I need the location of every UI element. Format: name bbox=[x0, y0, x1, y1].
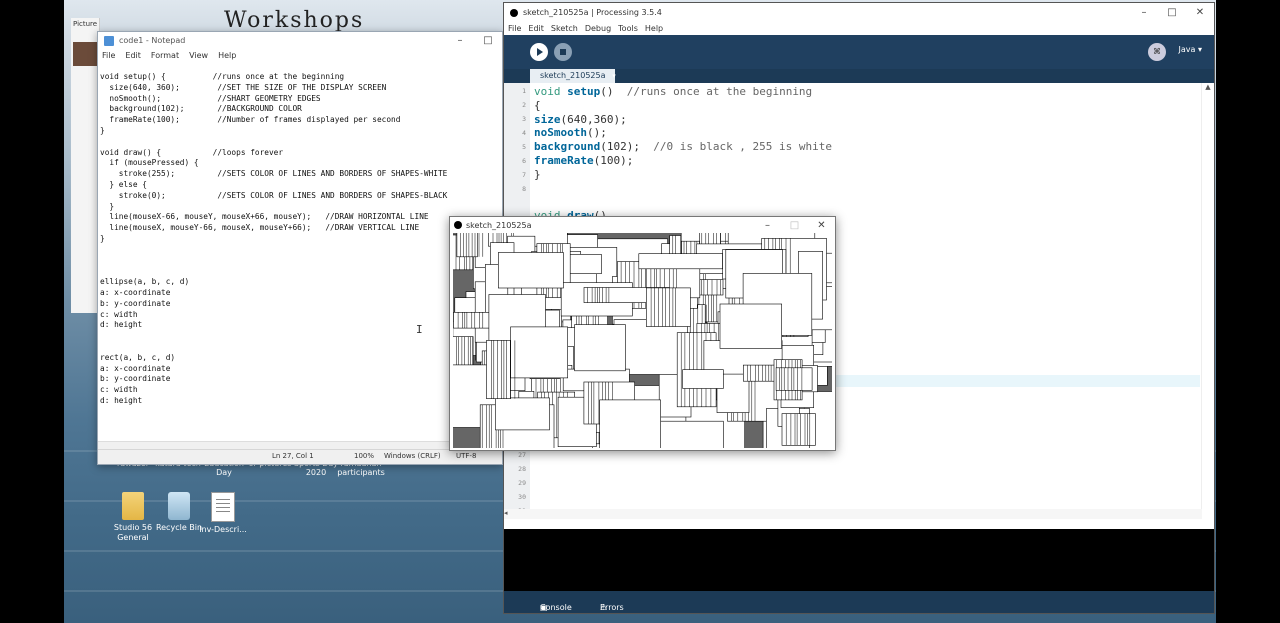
line-number: 3 bbox=[522, 115, 526, 123]
workshops-banner: Workshops bbox=[224, 8, 365, 33]
sketch-code: void setup() //runs once at the beginnin… bbox=[534, 85, 832, 223]
folder-icon bbox=[122, 492, 144, 520]
minimize-icon[interactable]: – bbox=[446, 35, 474, 46]
line-ending: Windows (CRLF) bbox=[384, 452, 441, 460]
tab-menu-arrow[interactable]: ▾ bbox=[608, 69, 620, 83]
notepad-text-area[interactable]: void setup() { //runs once at the beginn… bbox=[100, 72, 500, 442]
code-line-4: noSmooth(); bbox=[534, 126, 607, 140]
processing-title: sketch_210525a | Processing 3.5.4 bbox=[523, 8, 662, 17]
maximize-icon[interactable]: □ bbox=[781, 220, 808, 231]
code-line-6: frameRate(100); bbox=[534, 153, 634, 167]
sketch-titlebar[interactable]: sketch_210525a – □ ✕ bbox=[450, 217, 835, 233]
line-number: 30 bbox=[518, 493, 526, 501]
menu-edit[interactable]: Edit bbox=[528, 22, 544, 35]
line-number: 29 bbox=[518, 479, 526, 487]
encoding: UTF-8 bbox=[456, 452, 477, 460]
minimize-icon[interactable]: – bbox=[1130, 7, 1158, 18]
code-line-7: } bbox=[534, 167, 541, 181]
horizontal-scrollbar[interactable]: ◂ bbox=[504, 509, 1202, 519]
desktop-icon-document[interactable]: Inv-Descri... bbox=[194, 492, 252, 535]
notepad-icon bbox=[104, 35, 114, 46]
code-line-3: size(640,360); bbox=[534, 112, 627, 126]
sketch-output-window[interactable]: sketch_210525a – □ ✕ bbox=[449, 216, 836, 451]
code-line-1: void setup() //runs once at the beginnin… bbox=[534, 85, 813, 98]
processing-menubar: File Edit Sketch Debug Tools Help bbox=[504, 22, 1214, 35]
menu-debug[interactable]: Debug bbox=[585, 22, 611, 35]
tab-sketch[interactable]: sketch_210525a bbox=[530, 69, 616, 83]
vertical-scrollbar[interactable]: ▲ bbox=[1201, 83, 1214, 509]
desktop-icon-label: Inv-Descri... bbox=[199, 525, 247, 534]
sketch-canvas[interactable] bbox=[453, 233, 832, 448]
mode-selector[interactable]: Java ▾ bbox=[1179, 45, 1202, 54]
menu-help[interactable]: Help bbox=[218, 49, 236, 63]
line-number: 8 bbox=[522, 185, 526, 193]
notepad-title: code1 - Notepad bbox=[119, 36, 186, 45]
line-number: 28 bbox=[518, 465, 526, 473]
close-icon[interactable]: ✕ bbox=[1186, 7, 1214, 18]
debugger-icon[interactable]: ⌘ bbox=[1148, 43, 1166, 61]
maximize-icon[interactable]: □ bbox=[474, 35, 502, 46]
console-toolbar bbox=[504, 519, 1214, 529]
picture-window-title: Picture bbox=[73, 20, 98, 28]
sketch-drawing bbox=[453, 233, 832, 448]
processing-logo-icon bbox=[510, 8, 518, 17]
line-number: 1 bbox=[522, 87, 526, 95]
menu-edit[interactable]: Edit bbox=[125, 49, 141, 63]
processing-footer: ▣ Console ⚠ Errors bbox=[504, 591, 1214, 613]
notepad-window[interactable]: code1 - Notepad – □ File Edit Format Vie… bbox=[97, 31, 503, 465]
document-icon bbox=[211, 492, 235, 522]
menu-file[interactable]: File bbox=[102, 49, 115, 63]
menu-view[interactable]: View bbox=[189, 49, 208, 63]
line-number: 5 bbox=[522, 143, 526, 151]
notepad-statusbar: Ln 27, Col 1 100% Windows (CRLF) UTF-8 bbox=[98, 449, 502, 464]
menu-sketch[interactable]: Sketch bbox=[551, 22, 578, 35]
line-number: 2 bbox=[522, 101, 526, 109]
menu-tools[interactable]: Tools bbox=[618, 22, 638, 35]
menu-help[interactable]: Help bbox=[645, 22, 663, 35]
line-number: 7 bbox=[522, 171, 526, 179]
notepad-menubar: File Edit Format View Help bbox=[98, 49, 502, 63]
recycle-bin-icon bbox=[168, 492, 190, 520]
line-number: 27 bbox=[518, 451, 526, 459]
code-line-5: background(102); //0 is black , 255 is w… bbox=[534, 140, 833, 154]
close-icon[interactable]: ✕ bbox=[808, 220, 835, 231]
sketch-title: sketch_210525a bbox=[466, 220, 532, 230]
picture-viewer-window[interactable]: Picture bbox=[71, 18, 100, 313]
cursor-position: Ln 27, Col 1 bbox=[272, 452, 314, 460]
maximize-icon[interactable]: □ bbox=[1158, 7, 1186, 18]
menu-file[interactable]: File bbox=[508, 22, 521, 35]
minimize-icon[interactable]: – bbox=[754, 220, 781, 231]
code-line-2: { bbox=[534, 98, 541, 112]
processing-toolbar: ⌘ Java ▾ bbox=[504, 35, 1214, 69]
text-cursor-icon: I bbox=[416, 323, 423, 336]
console-output[interactable] bbox=[504, 529, 1214, 591]
line-number: 6 bbox=[522, 157, 526, 165]
run-button[interactable] bbox=[530, 43, 548, 61]
line-number: 4 bbox=[522, 129, 526, 137]
stop-button[interactable] bbox=[554, 43, 572, 61]
notepad-content: void setup() { //runs once at the beginn… bbox=[100, 72, 448, 405]
notepad-titlebar[interactable]: code1 - Notepad – □ bbox=[98, 32, 502, 49]
menu-format[interactable]: Format bbox=[151, 49, 179, 63]
zoom-level: 100% bbox=[354, 452, 375, 460]
picture-thumbnail bbox=[73, 42, 97, 66]
processing-titlebar[interactable]: sketch_210525a | Processing 3.5.4 – □ ✕ bbox=[504, 3, 1214, 22]
processing-logo-icon bbox=[454, 221, 462, 229]
